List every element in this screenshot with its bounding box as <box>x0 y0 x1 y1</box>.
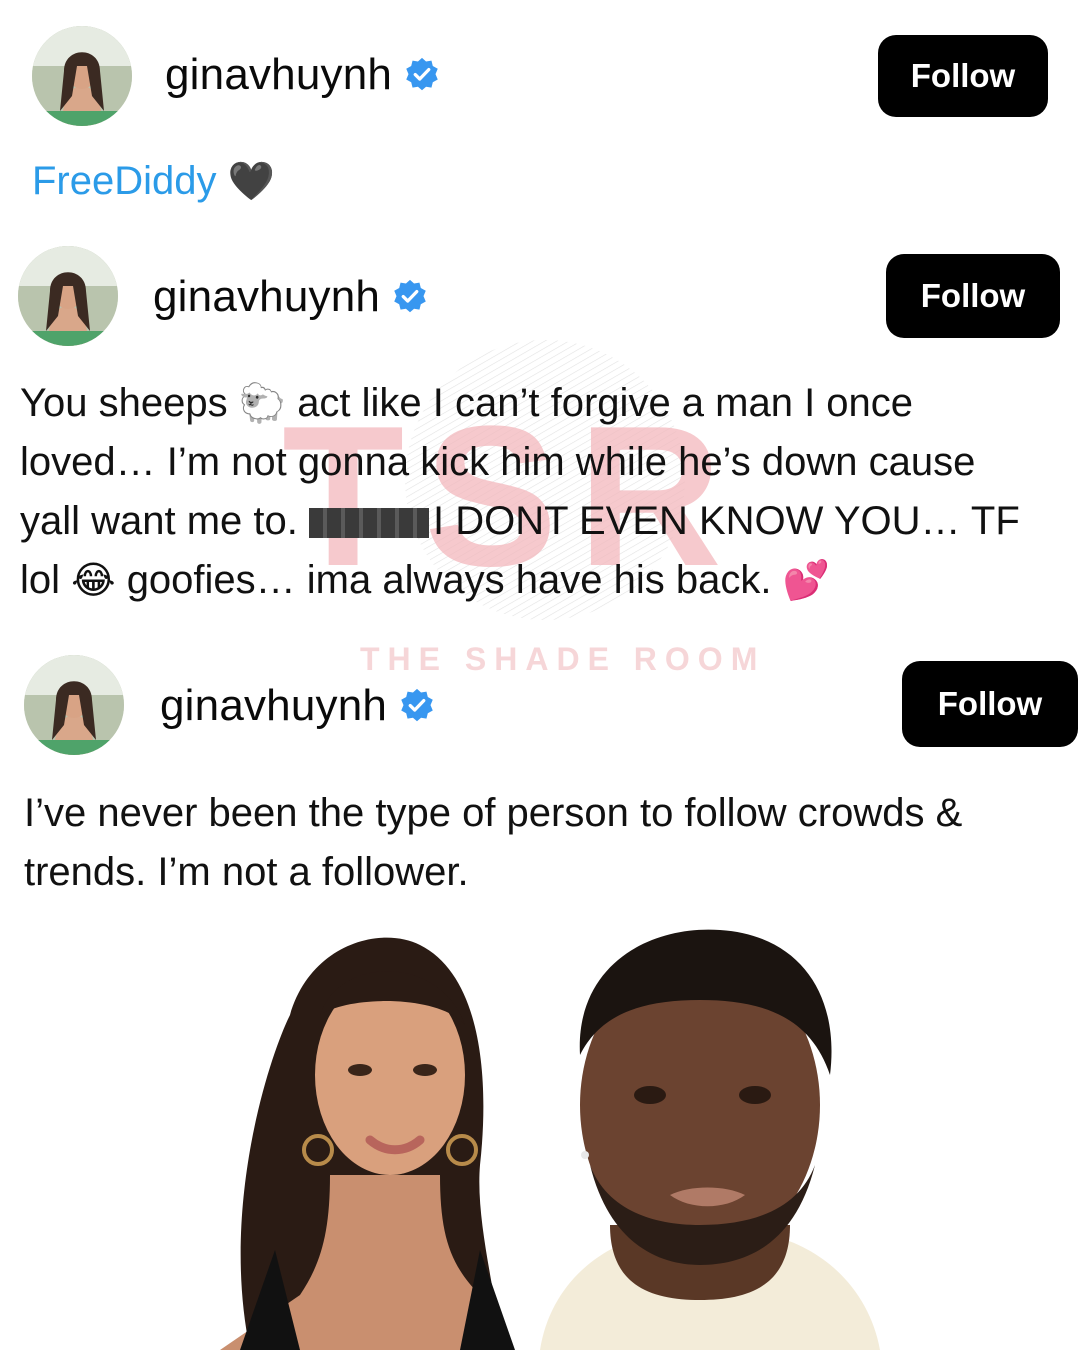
people-photo <box>220 929 880 1350</box>
caption-text: act like I can’t forgive a man I once <box>297 381 914 425</box>
caption-line: lol 😂 goofies… ima always have his back.… <box>20 551 1020 610</box>
verified-badge-icon <box>394 279 426 313</box>
avatar[interactable] <box>32 26 132 126</box>
username-text[interactable]: ginavhuynh <box>165 50 392 100</box>
follow-button[interactable]: Follow <box>902 661 1078 747</box>
caption-text: I’ve never been the type of person to fo… <box>24 791 963 835</box>
post-header-3: ginavhuynh Follow <box>0 655 1080 755</box>
username-text[interactable]: ginavhuynh <box>160 681 387 731</box>
caption-text: goofies… ima always have his back. <box>126 558 772 602</box>
caption-line: yall want me to. I DONT EVEN KNOW YOU… T… <box>20 492 1020 551</box>
username[interactable]: ginavhuynh <box>160 681 435 731</box>
follow-button[interactable]: Follow <box>886 254 1060 338</box>
post-caption-2: You sheeps 🐑 act like I can’t forgive a … <box>20 374 1020 610</box>
woman-figure <box>220 937 515 1350</box>
username[interactable]: ginavhuynh <box>153 272 428 322</box>
follow-button[interactable]: Follow <box>878 35 1048 117</box>
sheep-emoji: 🐑 <box>238 381 287 425</box>
avatar[interactable] <box>24 655 124 755</box>
caption-text: loved… I’m not gonna kick him while he’s… <box>20 440 976 484</box>
caption-text: yall want me to. <box>20 499 298 543</box>
verified-badge-icon <box>406 57 438 91</box>
caption-line: I’ve never been the type of person to fo… <box>24 784 962 843</box>
man-figure <box>540 929 880 1350</box>
black-heart-emoji: 🖤 <box>227 159 275 203</box>
caption-text: I DONT EVEN KNOW YOU… TF <box>433 499 1020 543</box>
verified-badge-icon <box>401 688 433 722</box>
post-caption-3: I’ve never been the type of person to fo… <box>24 784 962 902</box>
caption-line: loved… I’m not gonna kick him while he’s… <box>20 433 1020 492</box>
redacted-word <box>309 508 430 538</box>
caption-line: trends. I’m not a follower. <box>24 843 962 902</box>
username[interactable]: ginavhuynh <box>165 50 440 100</box>
hashtag-link[interactable]: FreeDiddy <box>32 159 217 203</box>
laughing-emoji: 😂 <box>71 558 116 602</box>
post-header-1: ginavhuynh Follow <box>0 26 1080 126</box>
caption-text: lol <box>20 558 61 602</box>
post-header-2: ginavhuynh Follow <box>0 246 1080 346</box>
username-text[interactable]: ginavhuynh <box>153 272 380 322</box>
post-caption-1: FreeDiddy 🖤 <box>32 152 275 211</box>
two-hearts-emoji: 💕 <box>782 558 830 602</box>
caption-line: You sheeps 🐑 act like I can’t forgive a … <box>20 374 1020 433</box>
avatar[interactable] <box>18 246 118 346</box>
caption-text: trends. I’m not a follower. <box>24 850 469 894</box>
caption-text: You sheeps <box>20 381 228 425</box>
